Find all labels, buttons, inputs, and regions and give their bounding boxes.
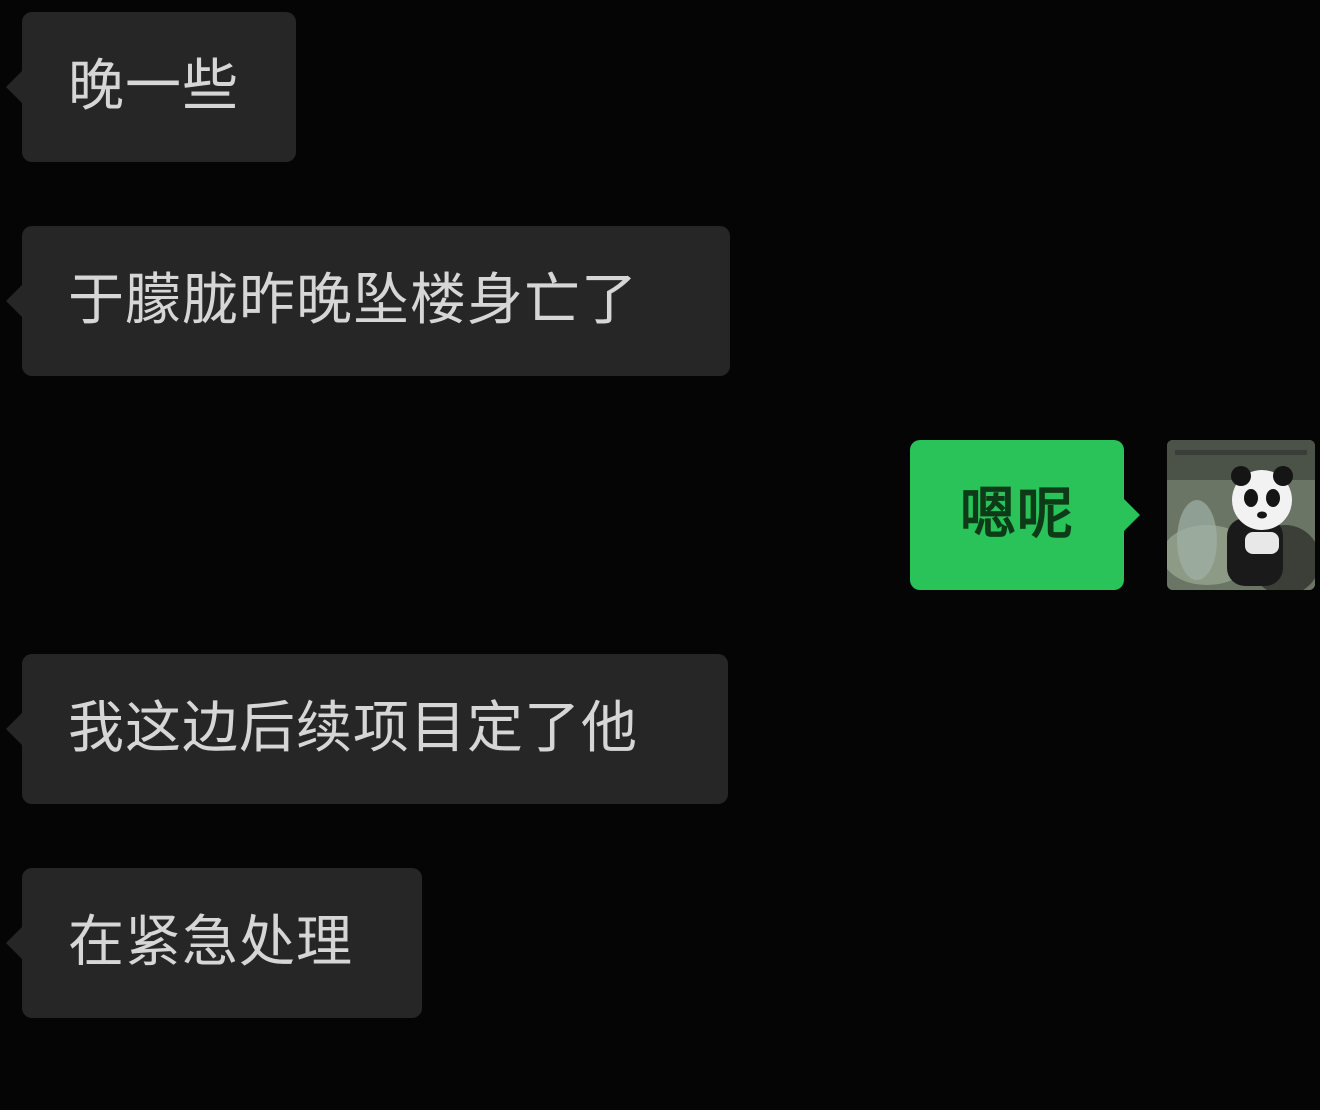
panda-avatar-image	[1167, 440, 1315, 590]
chat-window: 晚一些 于朦胧昨晚坠楼身亡了 嗯呢 我这边后续项目定了他 在紧急处理	[0, 0, 1320, 1110]
incoming-message-bubble[interactable]: 在紧急处理	[6, 868, 422, 1018]
incoming-message-bubble[interactable]: 于朦胧昨晚坠楼身亡了	[6, 226, 730, 376]
panda-avatar-icon[interactable]	[1167, 440, 1315, 590]
incoming-message-bubble[interactable]: 晚一些	[6, 12, 296, 162]
incoming-message-bubble[interactable]: 我这边后续项目定了他	[6, 654, 728, 804]
outgoing-message-bubble[interactable]: 嗯呢	[910, 440, 1140, 590]
